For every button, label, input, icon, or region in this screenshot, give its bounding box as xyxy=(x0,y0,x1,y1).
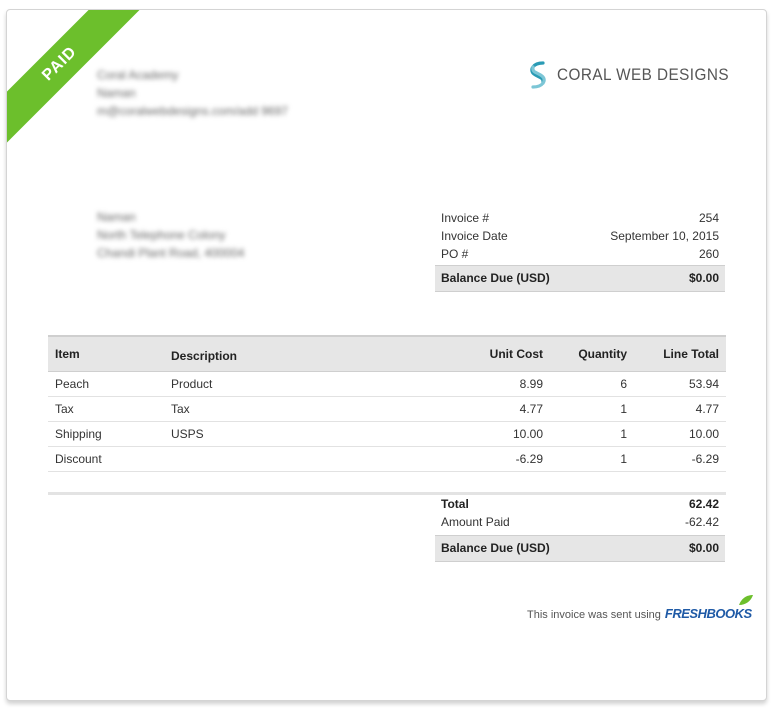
table-row: Shipping USPS 10.00 1 10.00 xyxy=(48,421,726,447)
footer: This invoice was sent using FRESHBOOKS xyxy=(527,595,753,621)
cell-unit-cost: 4.77 xyxy=(456,396,550,422)
footer-text: This invoice was sent using xyxy=(527,609,661,621)
table-header-row: Item Description Unit Cost Quantity Line… xyxy=(48,335,726,372)
col-item: Item xyxy=(48,335,164,372)
meta-value: September 10, 2015 xyxy=(610,229,719,243)
po-number-row: PO # 260 xyxy=(435,245,725,263)
amount-paid-value: -62.42 xyxy=(684,515,719,529)
balance-due-top: Balance Due (USD) $0.00 xyxy=(435,265,725,292)
table-row: Tax Tax 4.77 1 4.77 xyxy=(48,396,726,422)
col-unit-cost: Unit Cost xyxy=(456,335,550,372)
cell-line-total: -6.29 xyxy=(634,446,726,472)
balance-label: Balance Due (USD) xyxy=(441,271,550,285)
table-row: Peach Product 8.99 6 53.94 xyxy=(48,371,726,397)
cell-item: Peach xyxy=(48,371,164,397)
cell-item: Shipping xyxy=(48,421,164,447)
meta-label: Invoice # xyxy=(441,211,490,225)
leaf-icon xyxy=(738,595,753,605)
freshbooks-brand: FRESHBOOKS xyxy=(664,606,752,621)
amount-paid-row: Amount Paid -62.42 xyxy=(435,513,725,531)
cell-item: Discount xyxy=(48,446,164,472)
cell-unit-cost: -6.29 xyxy=(456,446,550,472)
cell-quantity: 1 xyxy=(550,446,634,472)
sender-address: Coral Academy Naman m@coralwebdesigns.co… xyxy=(97,66,288,120)
amount-paid-label: Amount Paid xyxy=(441,515,510,529)
invoice-meta: Invoice # 254 Invoice Date September 10,… xyxy=(435,209,725,292)
table-row: Discount -6.29 1 -6.29 xyxy=(48,446,726,472)
meta-label: Invoice Date xyxy=(441,229,508,243)
totals-section: Total 62.42 Amount Paid -62.42 Balance D… xyxy=(435,495,725,562)
invoice-page: PAID Coral Academy Naman m@coralwebdesig… xyxy=(6,9,767,701)
col-quantity: Quantity xyxy=(550,335,634,372)
recipient-address: Naman North Telephone Colony Chandi Plan… xyxy=(97,208,244,262)
cell-description: Tax xyxy=(164,396,456,422)
meta-value: 254 xyxy=(698,211,719,225)
meta-label: PO # xyxy=(441,247,469,261)
cell-item: Tax xyxy=(48,396,164,422)
col-description: Description xyxy=(164,335,456,372)
company-name: CORAL WEB DESIGNS xyxy=(557,65,730,84)
balance-due-bottom: Balance Due (USD) $0.00 xyxy=(435,535,725,562)
meta-value: 260 xyxy=(698,247,719,261)
balance-value: $0.00 xyxy=(688,271,719,285)
cell-line-total: 53.94 xyxy=(634,371,726,397)
balance-label: Balance Due (USD) xyxy=(441,541,550,555)
cell-quantity: 6 xyxy=(550,371,634,397)
cell-quantity: 1 xyxy=(550,396,634,422)
col-line-total: Line Total xyxy=(634,335,726,372)
company-logo: CORAL WEB DESIGNS xyxy=(525,60,748,90)
total-row: Total 62.42 xyxy=(435,495,725,513)
recipient-line2: North Telephone Colony xyxy=(97,228,226,242)
line-items-table: Item Description Unit Cost Quantity Line… xyxy=(48,335,726,472)
cell-unit-cost: 10.00 xyxy=(456,421,550,447)
total-label: Total xyxy=(441,497,469,511)
cell-line-total: 4.77 xyxy=(634,396,726,422)
balance-value: $0.00 xyxy=(688,541,719,555)
sender-name: Coral Academy xyxy=(97,68,179,82)
cell-description: Product xyxy=(164,371,456,397)
cell-line-total: 10.00 xyxy=(634,421,726,447)
cell-description xyxy=(164,446,456,472)
total-value: 62.42 xyxy=(688,497,719,511)
freshbooks-logo[interactable]: FRESHBOOKS xyxy=(664,595,753,621)
sender-line2: Naman xyxy=(97,86,136,100)
invoice-number-row: Invoice # 254 xyxy=(435,209,725,227)
invoice-date-row: Invoice Date September 10, 2015 xyxy=(435,227,725,245)
cell-unit-cost: 8.99 xyxy=(456,371,550,397)
recipient-line3: Chandi Plant Road, 400004 xyxy=(97,246,245,260)
coral-logo-icon xyxy=(530,61,546,89)
cell-quantity: 1 xyxy=(550,421,634,447)
cell-description: USPS xyxy=(164,421,456,447)
recipient-name: Naman xyxy=(97,210,136,224)
sender-email: m@coralwebdesigns.com/add 9697 xyxy=(97,104,288,118)
